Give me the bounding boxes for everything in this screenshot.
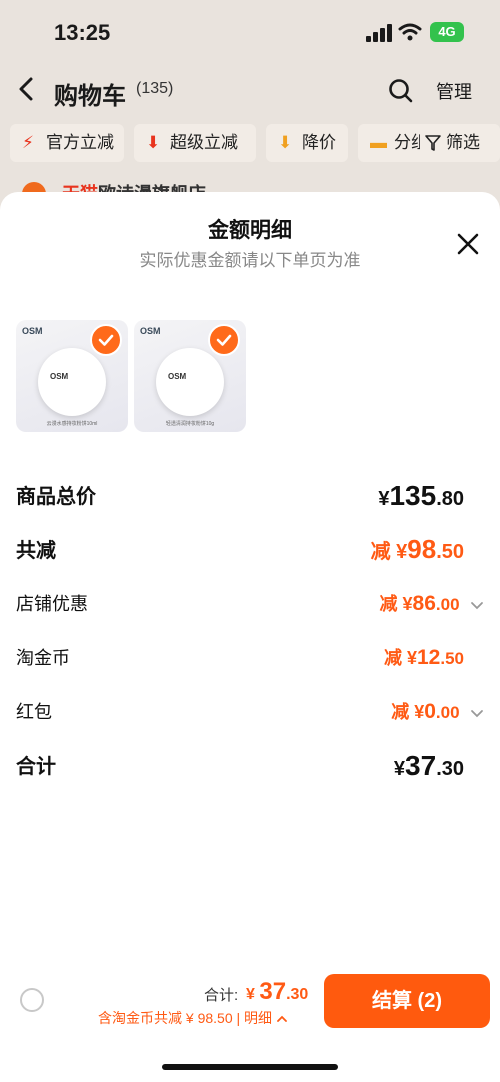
wifi-icon <box>398 23 422 41</box>
down-arrow-icon: ⬇ <box>146 133 161 152</box>
product-thumb-1[interactable]: OSM OSM 云漫水感持妆粉饼10ml <box>16 320 128 432</box>
chip-price-drop[interactable]: ⬇ 降价 <box>266 124 348 162</box>
total-label: 合计: <box>204 987 239 1004</box>
filter-icon <box>425 135 441 151</box>
chevron-up-icon <box>277 1016 287 1023</box>
product-image <box>38 348 106 416</box>
select-all-radio[interactable] <box>20 988 44 1012</box>
price-drop-icon: ⬇ <box>278 133 293 152</box>
chip-official-discount[interactable]: ⚡ 官方立减 <box>10 124 124 162</box>
filter-bar: ⚡ 官方立减 ⬇ 超级立减 ⬇ 降价 ▬ 分组 筛选 <box>10 124 500 164</box>
price-detail-sheet: 金额明细 实际优惠金额请以下单页为准 OSM OSM 云漫水感持妆粉饼10ml … <box>0 192 500 1082</box>
signal-icon <box>366 24 392 42</box>
row-total-discount: 共减 减 ¥98.50 <box>16 534 464 564</box>
chevron-down-icon[interactable] <box>470 601 484 611</box>
chevron-down-icon[interactable] <box>470 709 484 719</box>
total-amount: ¥ 37.30 <box>246 978 309 1005</box>
close-icon[interactable] <box>454 230 482 258</box>
checkout-bar: 合计: ¥ 37.30 含淘金币共减 ¥ 98.50 | 明细 结算 (2) <box>0 968 500 1038</box>
check-icon[interactable] <box>208 324 240 356</box>
check-icon[interactable] <box>90 324 122 356</box>
status-bar: 13:25 4G <box>0 0 500 64</box>
filter-button[interactable]: 筛选 <box>446 124 480 162</box>
sheet-title: 金额明细 <box>208 219 292 242</box>
product-image <box>156 348 224 416</box>
sheet-subtitle: 实际优惠金额请以下单页为准 <box>139 251 361 270</box>
cart-header: 购物车 (135) 管理 <box>0 64 500 118</box>
folder-icon: ▬ <box>370 133 387 152</box>
back-icon[interactable] <box>18 76 40 106</box>
search-icon[interactable] <box>388 78 414 104</box>
row-store-discount[interactable]: 店铺优惠 减 ¥86.00 <box>16 590 484 622</box>
chip-group[interactable]: ▬ 分组 筛选 <box>358 124 500 162</box>
manage-button[interactable]: 管理 <box>436 78 472 104</box>
cart-count: (135) <box>136 80 174 97</box>
row-red-packet[interactable]: 红包 减 ¥0.00 <box>16 698 484 730</box>
lightning-icon: ⚡ <box>22 133 34 152</box>
row-taobao-coins: 淘金币 减 ¥12.50 <box>16 646 464 669</box>
detail-toggle[interactable]: 含淘金币共减 ¥ 98.50 | 明细 <box>98 1008 288 1028</box>
product-thumb-2[interactable]: OSM OSM 轻透清润持妆粉饼10g <box>134 320 246 432</box>
battery-icon: 4G <box>430 22 464 42</box>
home-indicator <box>162 1064 338 1070</box>
status-time: 13:25 <box>54 20 111 45</box>
page-title: 购物车 <box>54 83 126 110</box>
row-subtotal: 商品总价 ¥135.80 <box>16 480 464 511</box>
chip-super-discount[interactable]: ⬇ 超级立减 <box>134 124 256 162</box>
checkout-button[interactable]: 结算 (2) <box>324 974 490 1028</box>
row-total: 合计 ¥37.30 <box>16 750 464 781</box>
